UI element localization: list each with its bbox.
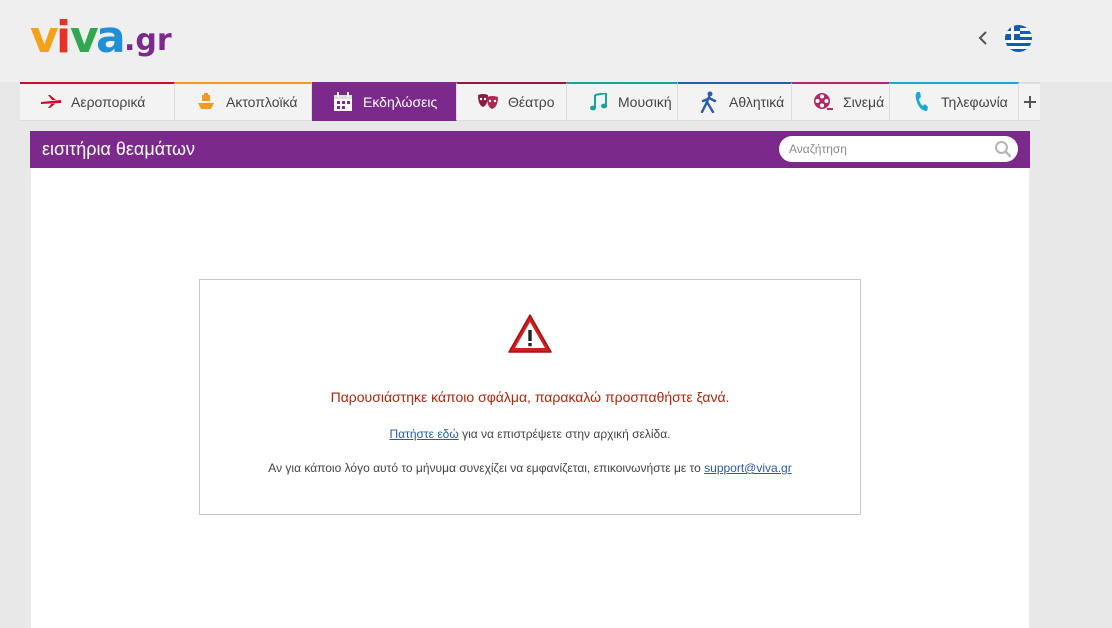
tab-label: Σινεμά [843, 94, 885, 110]
contact-line: Αν για κάποιο λόγο αυτό το μήνυμα συνεχί… [200, 461, 860, 475]
error-message: Παρουσιάστηκε κάποιο σφάλμα, παρακαλώ πρ… [330, 389, 730, 405]
phone-icon [910, 91, 932, 113]
tab-label: Αεροπορικά [71, 94, 146, 110]
section-bar: εισιτήρια θεαμάτων [30, 131, 1030, 168]
music-note-icon [587, 91, 609, 113]
main-nav: Αεροπορικά Ακτοπλοϊκά Εκδηλώσεις Θέατρο … [20, 82, 1040, 121]
tab-telephony[interactable]: Τηλεφωνία [890, 82, 1019, 121]
back-home-line: Πατήστε εδώ για να επιστρέψετε στην αρχι… [200, 427, 860, 441]
ferry-icon [195, 91, 217, 113]
error-box: Παρουσιάστηκε κάποιο σφάλμα, παρακαλώ πρ… [199, 279, 861, 515]
svg-text:i: i [56, 12, 71, 63]
tab-events[interactable]: Εκδηλώσεις [312, 82, 457, 121]
airplane-icon [40, 91, 62, 113]
tab-sports[interactable]: Αθλητικά [678, 82, 792, 121]
tab-ferries[interactable]: Ακτοπλοϊκά [175, 82, 312, 121]
greek-flag-icon[interactable] [1005, 24, 1032, 52]
support-email-link[interactable]: support@viva.gr [704, 461, 792, 475]
tab-flights[interactable]: Αεροπορικά [20, 82, 175, 121]
back-home-text: για να επιστρέψετε στην αρχική σελίδα. [458, 427, 671, 441]
section-title: εισιτήρια θεαμάτων [42, 139, 196, 159]
tab-theater[interactable]: Θέατρο [457, 82, 567, 121]
back-chevron-icon[interactable] [975, 24, 991, 52]
svg-text:a: a [96, 12, 126, 63]
search-box [779, 136, 1018, 162]
header: v i v a .gr [0, 0, 1112, 82]
tab-music[interactable]: Μουσική [567, 82, 678, 121]
calendar-icon [332, 91, 354, 113]
search-input[interactable] [779, 136, 989, 162]
tab-label: Αθλητικά [729, 94, 785, 110]
tab-label: Τηλεφωνία [941, 94, 1008, 110]
theater-masks-icon [477, 91, 499, 113]
contact-text: Αν για κάποιο λόγο αυτό το μήνυμα συνεχί… [268, 461, 705, 475]
main-content: Παρουσιάστηκε κάποιο σφάλμα, παρακαλώ πρ… [31, 168, 1029, 628]
tab-label: Ακτοπλοϊκά [226, 94, 298, 110]
tab-cinema[interactable]: Σινεμά [792, 82, 890, 121]
back-home-link[interactable]: Πατήστε εδώ [389, 427, 458, 441]
svg-text:v: v [30, 12, 59, 63]
film-reel-icon [812, 91, 834, 113]
more-tabs-plus-icon[interactable] [1019, 82, 1040, 121]
runner-icon [698, 91, 720, 113]
tab-label: Μουσική [618, 94, 672, 110]
viva-logo[interactable]: v i v a .gr [30, 8, 175, 70]
svg-text:.gr: .gr [124, 23, 172, 58]
warning-icon [507, 313, 553, 355]
tab-label: Θέατρο [508, 94, 555, 110]
search-icon[interactable] [994, 140, 1012, 158]
svg-text:v: v [70, 12, 99, 63]
tab-label: Εκδηλώσεις [363, 94, 438, 110]
